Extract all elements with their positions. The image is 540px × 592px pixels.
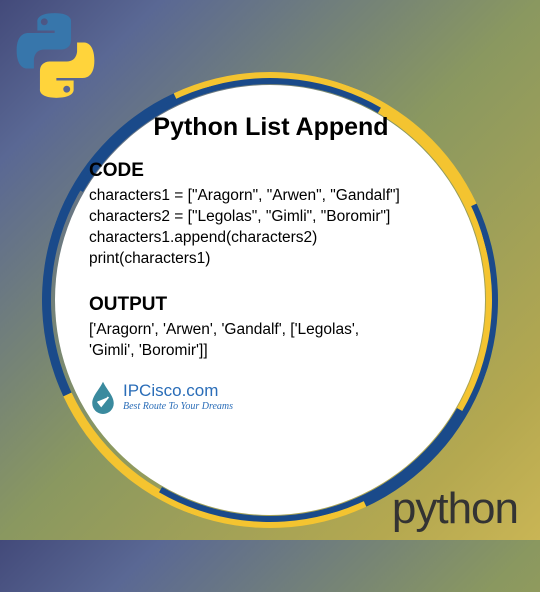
- attribution-block: IPCisco.com Best Route To Your Dreams: [89, 380, 453, 414]
- python-logo-icon: [8, 8, 103, 103]
- tagline: Best Route To Your Dreams: [123, 401, 233, 412]
- code-line: characters1 = ["Aragorn", "Arwen", "Gand…: [89, 186, 453, 207]
- code-line: characters1.append(characters2): [89, 228, 453, 249]
- output-section-label: OUTPUT: [89, 294, 453, 316]
- code-line: print(characters1): [89, 249, 453, 270]
- code-line: characters2 = ["Legolas", "Gimli", "Boro…: [89, 207, 453, 228]
- site-name: IPCisco.com: [123, 381, 233, 401]
- page-title: Python List Append: [89, 113, 453, 142]
- output-line: ['Aragorn', 'Arwen', 'Gandalf', ['Legola…: [89, 320, 453, 341]
- code-section-label: CODE: [89, 160, 453, 182]
- content-circle: Python List Append CODE characters1 = ["…: [55, 85, 485, 515]
- output-line: 'Gimli', 'Boromir']]: [89, 341, 453, 362]
- drop-icon: [89, 380, 117, 414]
- python-wordmark: python: [392, 484, 518, 534]
